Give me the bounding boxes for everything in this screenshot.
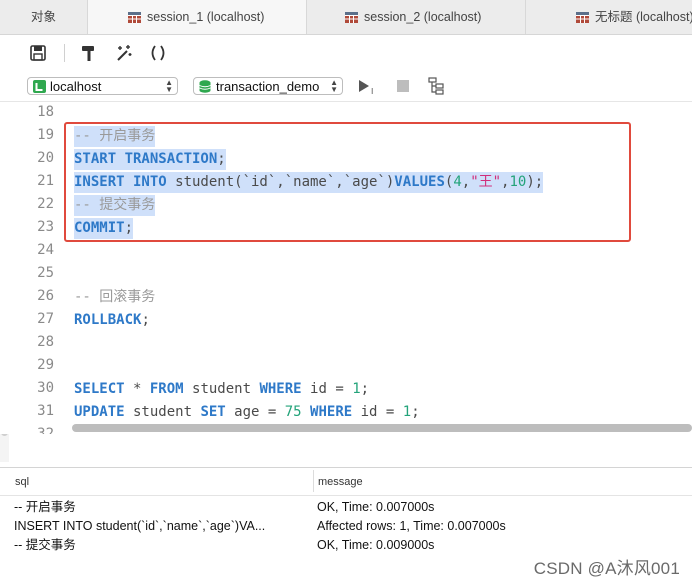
line-number: 30 [37, 380, 54, 396]
beautify-wand-icon [117, 45, 132, 61]
save-icon [30, 45, 46, 61]
scrollbar-thumb[interactable] [72, 424, 692, 432]
line-number: 24 [37, 242, 54, 258]
connection-label: localhost [50, 79, 102, 94]
line-number: 25 [37, 265, 54, 281]
line-number: 32 [37, 426, 54, 434]
result-cell-sql[interactable]: -- 开启事务 [14, 498, 309, 517]
tab-label: session_2 (localhost) [364, 10, 482, 24]
line-number: 20 [37, 150, 54, 166]
toolbar-divider [64, 44, 65, 62]
run-icon: I [359, 80, 373, 95]
header-divider [0, 495, 692, 496]
line-number: 22 [37, 196, 54, 212]
tab-objects[interactable]: 对象 [0, 0, 88, 34]
line-number: 31 [37, 403, 54, 419]
line-number: 29 [37, 357, 54, 373]
tab-bar: 对象 session_1 (localhost) session_2 (loca… [0, 0, 692, 35]
tab-session-2[interactable]: session_2 (localhost) [307, 0, 526, 34]
explain-icon [428, 77, 444, 95]
tab-session-1[interactable]: session_1 (localhost) [88, 0, 307, 34]
code-line-20: START TRANSACTION; [74, 149, 226, 170]
code-line-26: -- 回滚事务 [74, 287, 155, 308]
parentheses-button[interactable] [146, 41, 170, 65]
select-arrows-icon: ▲ ▼ [330, 78, 338, 94]
database-label: transaction_demo [216, 79, 320, 94]
save-button[interactable] [26, 41, 50, 65]
code-line-31: UPDATE student SET age = 75 WHERE id = 1… [74, 404, 420, 420]
column-header-message[interactable]: message [318, 468, 363, 496]
result-cell-message[interactable]: OK, Time: 0.007000s [317, 498, 677, 517]
database-select[interactable]: transaction_demo ▲ ▼ [193, 77, 343, 95]
line-number: 26 [37, 288, 54, 304]
column-header-sql[interactable]: sql [15, 468, 29, 496]
tab-label: session_1 (localhost) [147, 10, 265, 24]
code-line-27: ROLLBACK; [74, 312, 150, 328]
connection-select[interactable]: localhost ▲ ▼ [27, 77, 178, 95]
result-cell-message[interactable]: OK, Time: 0.009000s [317, 536, 677, 555]
line-number-gutter: 18 19 20 21 22 23 24 25 26 27 28 29 30 3… [12, 102, 56, 434]
sql-editor[interactable]: 18 19 20 21 22 23 24 25 26 27 28 29 30 3… [0, 102, 692, 434]
stop-icon [397, 80, 409, 92]
code-line-21: INSERT INTO student(`id`,`name`,`age`)VA… [74, 172, 544, 193]
connection-toolbar: localhost ▲ ▼ transaction_demo ▲ ▼ I [0, 71, 692, 102]
query-toolbar [0, 35, 692, 71]
code-line-22: -- 提交事务 [74, 195, 156, 216]
line-number: 23 [37, 219, 54, 235]
watermark: CSDN @A沐风001 [533, 559, 680, 578]
table-grid-icon [345, 12, 358, 24]
select-arrows-icon: ▲ ▼ [165, 78, 173, 94]
run-button[interactable]: I [355, 74, 379, 98]
code-line-19: -- 开启事务 [74, 126, 156, 147]
sql-comment: -- 提交事务 [74, 197, 156, 213]
svg-text:I: I [371, 87, 373, 95]
format-button[interactable] [77, 41, 101, 65]
format-hammer-icon [82, 46, 94, 61]
parentheses-icon [151, 45, 165, 61]
sql-comment: -- 回滚事务 [74, 289, 156, 305]
line-number: 21 [37, 173, 54, 189]
connection-icon [33, 80, 46, 93]
code-line-23: COMMIT; [74, 218, 134, 239]
line-number: 19 [37, 127, 54, 143]
result-cell-sql[interactable]: -- 提交事务 [14, 536, 309, 555]
beautify-button[interactable] [112, 41, 136, 65]
result-cell-sql[interactable]: INSERT INTO student(`id`,`name`,`age`)VA… [14, 517, 309, 536]
table-grid-icon [576, 12, 589, 24]
explain-button[interactable] [426, 74, 450, 98]
table-grid-icon [128, 12, 141, 24]
line-number: 27 [37, 311, 54, 327]
code-area[interactable]: -- 开启事务 START TRANSACTION; INSERT INTO s… [74, 102, 674, 434]
code-line-30: SELECT * FROM student WHERE id = 1; [74, 381, 370, 397]
tab-label: 对象 [30, 10, 56, 24]
stop-button[interactable] [391, 74, 415, 98]
column-divider[interactable] [313, 470, 314, 492]
database-icon [199, 80, 211, 93]
tab-label: 无标题 (localhost) [595, 10, 692, 24]
line-number: 28 [37, 334, 54, 350]
tab-untitled[interactable]: 无标题 (localhost) [526, 0, 692, 34]
result-cell-message[interactable]: Affected rows: 1, Time: 0.007000s [317, 517, 677, 536]
line-number: 18 [37, 104, 54, 120]
sql-comment: -- 开启事务 [74, 128, 156, 144]
editor-horizontal-scrollbar[interactable] [72, 423, 692, 433]
